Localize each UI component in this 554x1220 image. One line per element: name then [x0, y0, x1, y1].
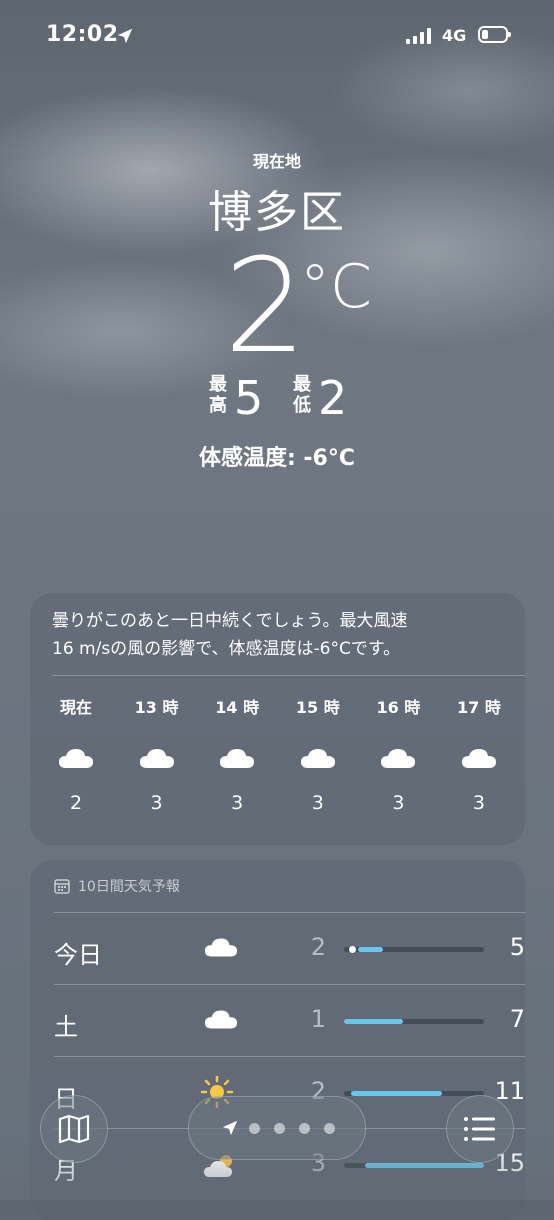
forecast-low: 2 [310, 933, 326, 961]
network-type: 4G [442, 26, 467, 45]
feels-like: 体感温度: -6°C [198, 446, 356, 471]
forecast-day: 土 [54, 1013, 78, 1041]
page-dot[interactable] [274, 1123, 285, 1134]
cloud-icon [204, 1010, 238, 1029]
page-dot[interactable] [249, 1123, 260, 1134]
signal-strength-icon [406, 28, 431, 44]
temperature-range-bar [344, 1019, 484, 1024]
list-icon [464, 1117, 495, 1141]
current-weather: 現在地 博多区 2 °C 最 高 5 最 低 2 体感温度: -6°C [0, 140, 554, 472]
hourly-list: 現在 2 13 時 3 14 時 3 15 時 3 16 時 3 17 時 3 [30, 694, 525, 814]
battery-icon [478, 26, 511, 43]
cloud-icon [461, 749, 496, 768]
temperature-range-bar [344, 1091, 484, 1096]
high-temperature: 5 [234, 371, 264, 425]
low-temperature: 2 [318, 371, 348, 425]
forecast-row[interactable]: 今日 2 5 [54, 912, 525, 983]
hourly-forecast-card[interactable]: 曇りがこのあと一日中続くでしょう。最大風速 16 m/sの風の影響で、体感温度は… [30, 593, 525, 845]
hour-item: 17 時 3 [457, 698, 501, 814]
high-low: 最 高 5 最 低 2 [209, 371, 348, 425]
hour-item: 13 時 3 [134, 698, 179, 814]
map-button[interactable] [40, 1095, 108, 1163]
current-temperature: 2 [224, 230, 307, 382]
forecast-day: 今日 [54, 941, 102, 969]
cloud-icon [139, 749, 174, 768]
forecast-row[interactable]: 土 1 7 [54, 984, 525, 1055]
temperature-range-bar [344, 946, 484, 953]
divider [52, 675, 525, 676]
hour-item: 15 時 3 [295, 698, 340, 814]
hour-item: 現在 2 [59, 698, 93, 814]
location-arrow-icon [117, 28, 133, 44]
map-icon [58, 1114, 90, 1144]
forecast-high: 5 [509, 933, 525, 961]
location-arrow-icon [222, 1120, 238, 1136]
current-temp-dot [349, 946, 357, 953]
page-dot[interactable] [324, 1123, 335, 1134]
location-list-button[interactable] [446, 1095, 514, 1163]
cloud-icon [59, 749, 93, 768]
location-label: 現在地 [252, 152, 301, 171]
hour-item: 14 時 3 [215, 698, 260, 814]
temperature-unit: °C [300, 252, 372, 322]
location-pager[interactable] [188, 1096, 366, 1160]
cloud-icon [300, 749, 335, 768]
page-dot[interactable] [299, 1123, 310, 1134]
forecast-high: 7 [509, 1005, 525, 1033]
calendar-icon [54, 879, 70, 894]
status-time: 12:02 [46, 22, 119, 47]
hour-item: 16 時 3 [376, 698, 421, 814]
forecast-title: 10日間天気予報 [78, 879, 180, 895]
status-bar: 12:02 4G [0, 0, 554, 72]
cloud-icon [220, 749, 255, 768]
cloud-icon [204, 938, 238, 957]
forecast-header: 10日間天気予報 [54, 876, 180, 896]
cloud-icon [381, 749, 416, 768]
forecast-low: 1 [310, 1005, 326, 1033]
weather-summary: 曇りがこのあと一日中続くでしょう。最大風速 16 m/sの風の影響で、体感温度は… [52, 611, 408, 659]
